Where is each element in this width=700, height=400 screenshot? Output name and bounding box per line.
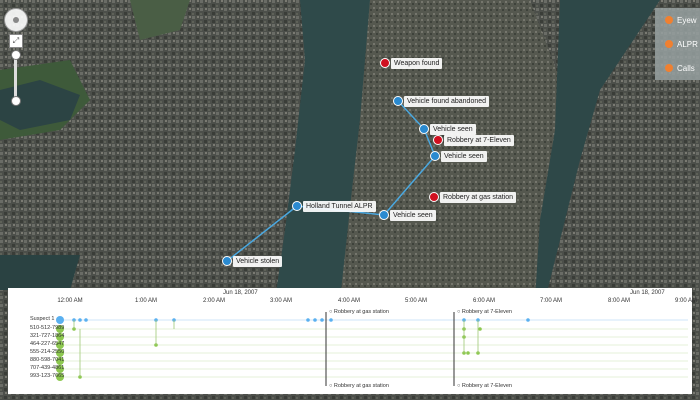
robbery-gas-station-marker[interactable] (429, 192, 439, 202)
timebar-row-label: 707-439-4861 (30, 365, 65, 371)
timebar-row-label: 510-512-7989 (30, 325, 65, 331)
legend-item-alpr[interactable]: ALPR (655, 32, 700, 56)
timebar-event-label: ○ Robbery at 7-Eleven (457, 309, 512, 315)
legend-label: Eyew (677, 15, 697, 25)
vehicle-found-abandoned-marker[interactable] (393, 96, 403, 106)
zoom-in-handle[interactable] (11, 50, 21, 60)
timebar-row-label: 880-598-7041 (30, 357, 65, 363)
timebar-event-label: ○ Robbery at gas station (329, 383, 389, 389)
timebar-activity-dot[interactable] (329, 318, 333, 322)
vehicle-seen-3-label: Vehicle seen (390, 210, 436, 221)
timebar-row-label: Suspect 1 (30, 316, 55, 322)
bottom-water (0, 255, 80, 290)
legend-item-calls[interactable]: Calls (655, 56, 700, 80)
zoom-out-handle[interactable] (11, 96, 21, 106)
vehicle-seen-2-label: Vehicle seen (441, 151, 487, 162)
timebar-activity-dot[interactable] (78, 318, 82, 322)
timebar-row-label: 993-123-7665 (30, 373, 65, 379)
eye-icon (665, 16, 673, 24)
vehicle-stolen-marker[interactable] (222, 256, 232, 266)
timebar-activity-dot[interactable] (313, 318, 317, 322)
timebar-row-label: 555-214-2550 (30, 349, 65, 355)
timebar[interactable]: Jun 18, 2007 Jun 18, 2007 12:00 AM 1:00 A… (8, 288, 697, 394)
legend-item-eyewitness[interactable]: Eyew (655, 8, 700, 32)
legend-label: ALPR (677, 39, 698, 49)
timebar-event-label: ○ Robbery at 7-Eleven (457, 383, 512, 389)
timebar-row-label: 321-727-1864 (30, 333, 65, 339)
legend: Eyew ALPR Calls (655, 8, 700, 80)
manhattan (340, 0, 560, 300)
pan-control[interactable] (4, 8, 28, 32)
vehicle-stolen-label: Vehicle stolen (233, 256, 283, 267)
robbery-7eleven-label: Robbery at 7-Eleven (444, 135, 514, 146)
weapon-found-marker[interactable] (380, 58, 390, 68)
weapon-found-label: Weapon found (391, 58, 443, 69)
timebar-activity-dot[interactable] (478, 327, 482, 331)
fit-view-button[interactable]: ⤢ (9, 34, 23, 48)
robbery-gas-station-label: Robbery at gas station (440, 192, 517, 203)
vehicle-seen-3-marker[interactable] (379, 210, 389, 220)
timebar-activity-dot[interactable] (320, 318, 324, 322)
timebar-chart[interactable] (8, 288, 692, 394)
timebar-activity-dot[interactable] (466, 351, 470, 355)
holland-tunnel-alpr-marker[interactable] (292, 201, 302, 211)
robbery-7eleven-marker[interactable] (433, 135, 443, 145)
timebar-activity-dot[interactable] (84, 318, 88, 322)
zoom-slider[interactable] (11, 50, 21, 106)
legend-label: Calls (677, 63, 695, 73)
holland-tunnel-alpr-label: Holland Tunnel ALPR (303, 201, 376, 212)
vehicle-seen-1-label: Vehicle seen (430, 124, 476, 135)
phone-icon (665, 64, 673, 72)
timebar-row-node[interactable] (56, 316, 64, 324)
vehicle-seen-2-marker[interactable] (430, 151, 440, 161)
timebar-activity-dot[interactable] (306, 318, 310, 322)
car-icon (665, 40, 673, 48)
timebar-event-label: ○ Robbery at gas station (329, 309, 389, 315)
vehicle-found-abandoned-label: Vehicle found abandoned (404, 96, 490, 107)
timebar-row-label: 464-227-6547 (30, 341, 65, 347)
timebar-activity-dot[interactable] (526, 318, 530, 322)
vehicle-seen-1-marker[interactable] (419, 124, 429, 134)
